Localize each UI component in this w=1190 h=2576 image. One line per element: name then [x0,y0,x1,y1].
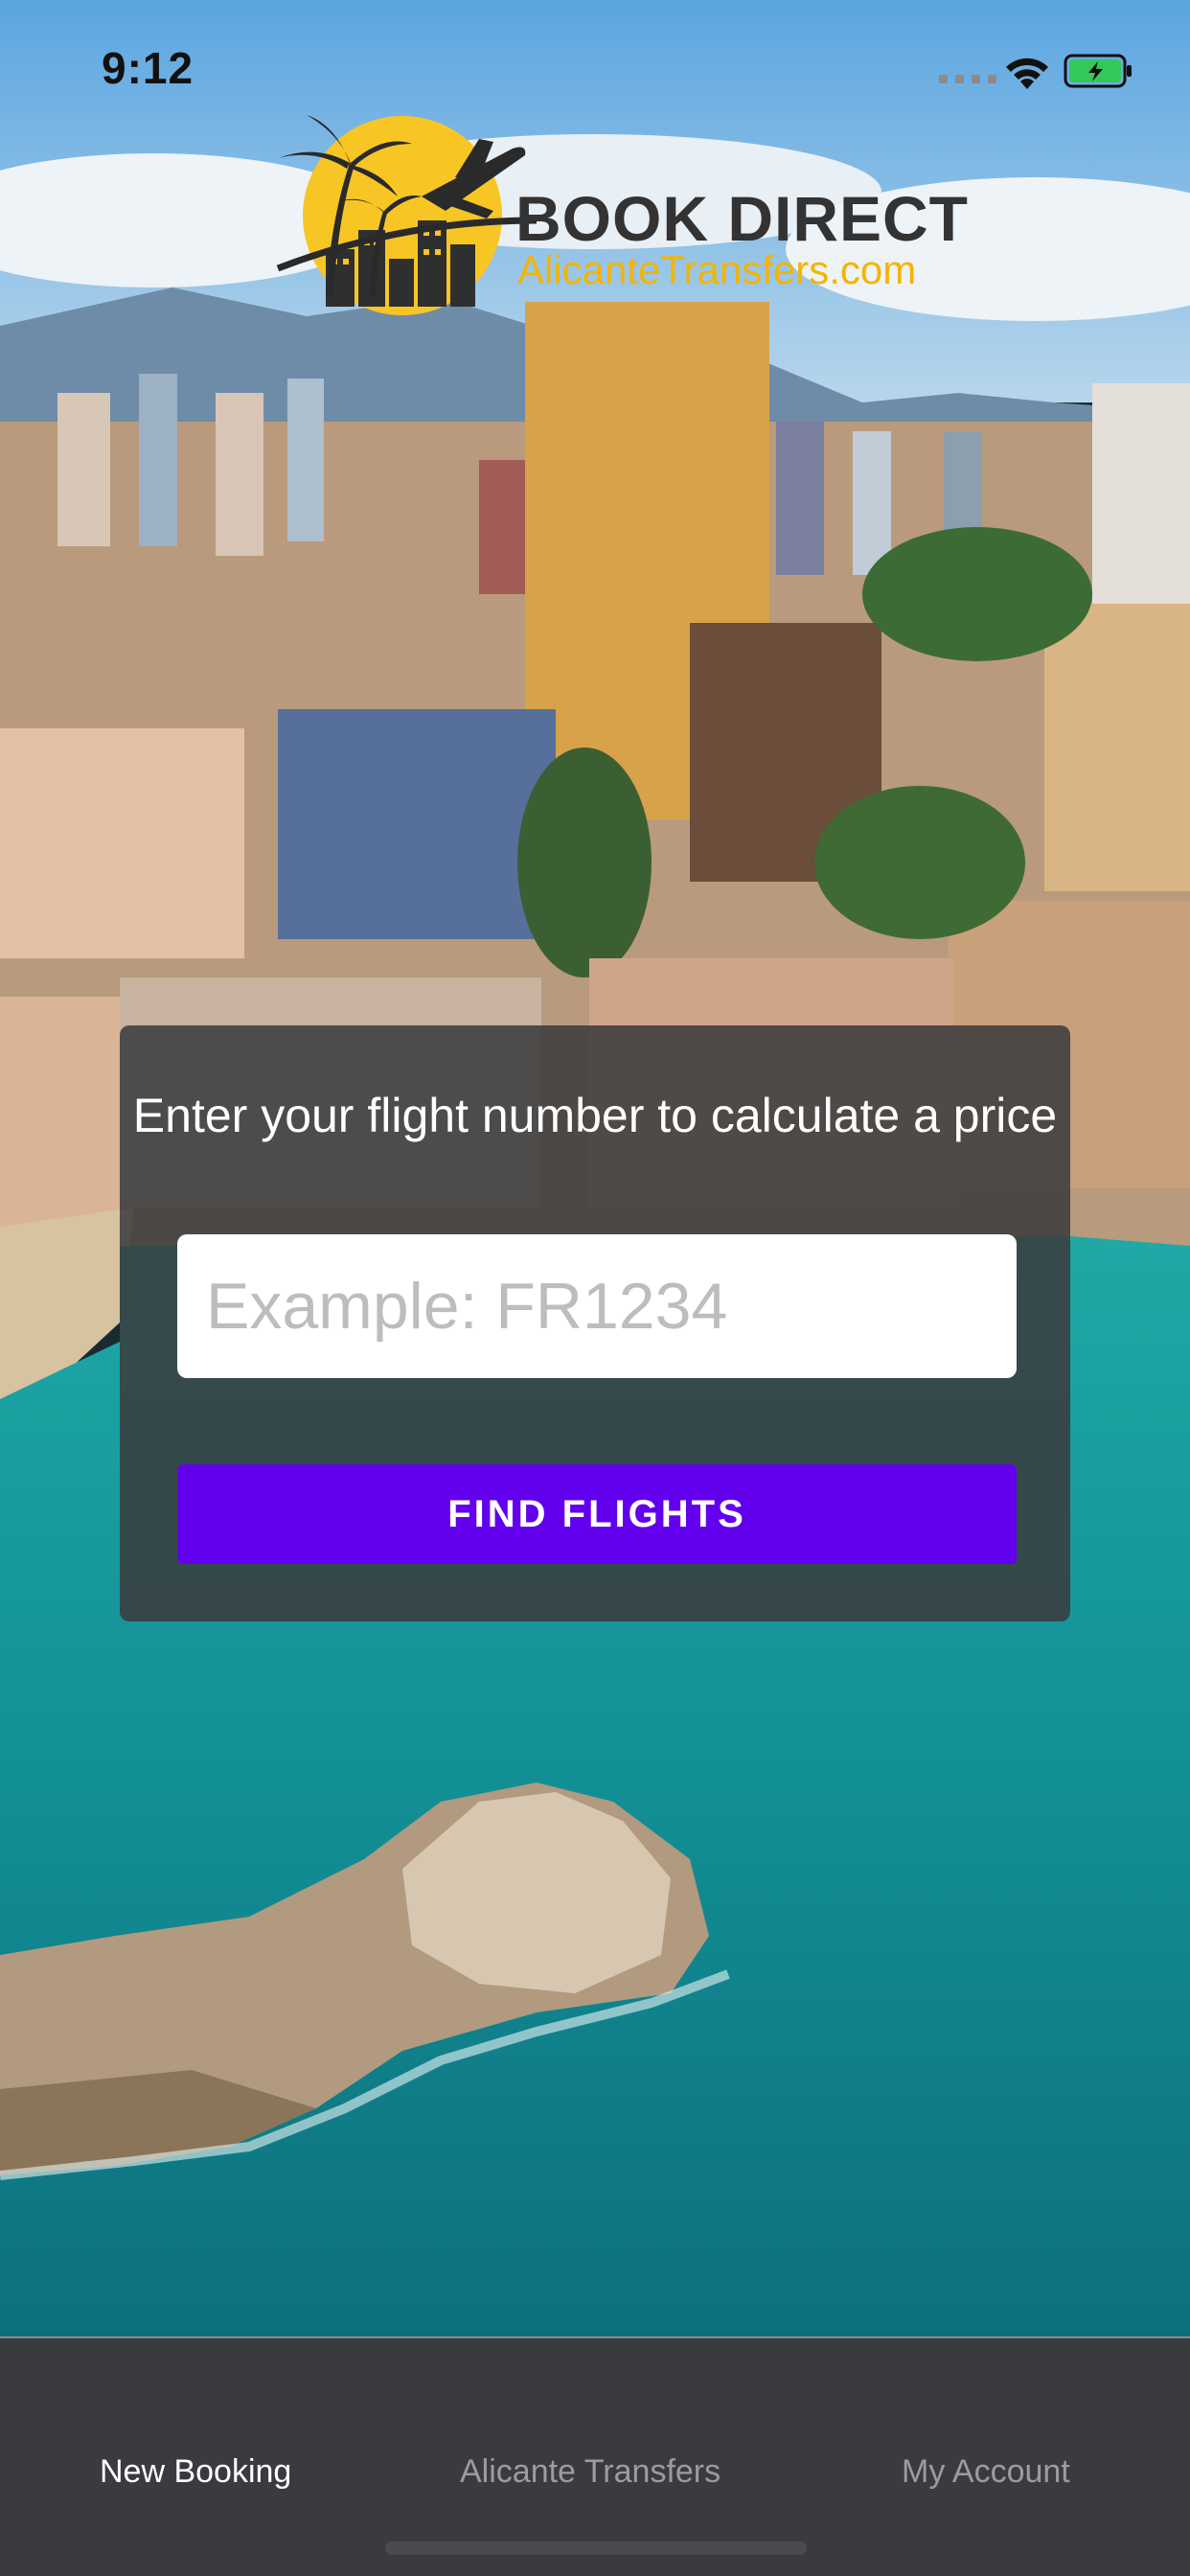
brand-subtitle: AlicanteTransfers.com [517,247,917,292]
tab-new-booking[interactable]: New Booking [100,2453,291,2491]
flight-number-input[interactable] [177,1234,1017,1378]
flight-prompt: Enter your flight number to calculate a … [132,1089,1058,1142]
flight-search-card: Enter your flight number to calculate a … [120,1025,1070,1622]
signal-icon [939,75,996,83]
battery-charging-icon [1064,54,1132,88]
tab-bar: New Booking Alicante Transfers My Accoun… [0,2336,1190,2576]
home-indicator [385,2542,807,2555]
status-time: 9:12 [102,43,195,93]
find-flights-button[interactable]: FIND FLIGHTS [177,1464,1017,1564]
screen: 9:12 BOOK DIRECT AlicanteTransfers.com E… [0,0,1190,2576]
brand-title: BOOK DIRECT [515,183,969,254]
wifi-icon [1006,58,1048,89]
tab-alicante-transfers[interactable]: Alicante Transfers [460,2453,721,2491]
tab-my-account[interactable]: My Account [902,2453,1070,2491]
